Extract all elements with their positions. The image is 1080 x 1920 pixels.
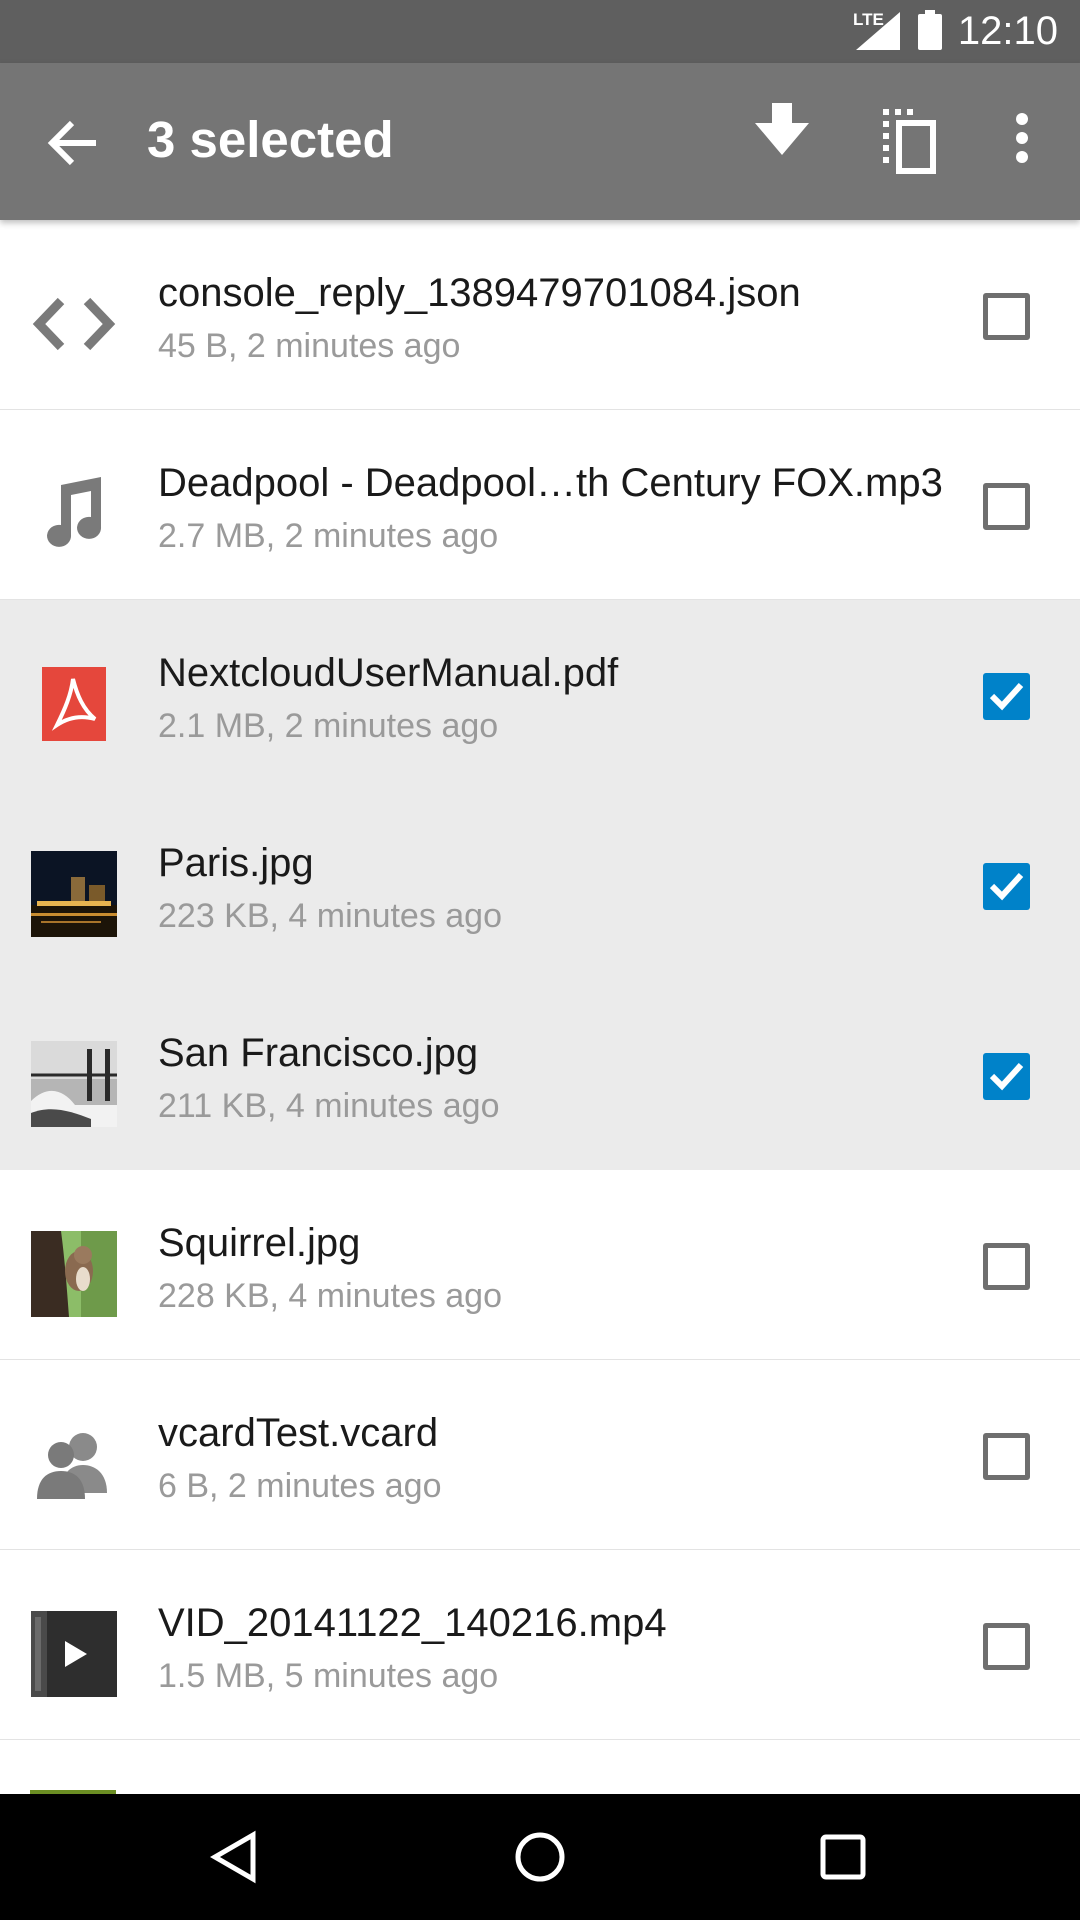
file-row[interactable]: Squirrel.jpg 228 KB, 4 minutes ago (0, 1170, 1080, 1360)
code-icon (31, 281, 117, 367)
video-thumbnail-icon (31, 1611, 117, 1697)
select-all-button[interactable] (875, 103, 945, 183)
file-meta: 1.5 MB, 5 minutes ago (158, 1657, 499, 1695)
file-name: Paris.jpg (158, 841, 314, 885)
system-navigation-bar (0, 1794, 1080, 1920)
file-row[interactable]: VID_20141122_140216.mp4 1.5 MB, 5 minute… (0, 1550, 1080, 1740)
file-checkbox[interactable] (983, 1623, 1030, 1670)
signal-icon (856, 12, 900, 50)
checkmark-icon (989, 872, 1024, 901)
clock: 12:10 (957, 9, 1058, 53)
file-checkbox[interactable] (983, 673, 1030, 720)
file-row[interactable]: NextcloudUserManual.pdf 2.1 MB, 2 minute… (0, 600, 1080, 790)
more-options-button[interactable] (1000, 103, 1044, 183)
file-name: NextcloudUserManual.pdf (158, 651, 619, 695)
file-meta: 2.7 MB, 2 minutes ago (158, 517, 499, 555)
status-bar: LTE 12:10 (0, 0, 1080, 63)
file-checkbox[interactable] (983, 293, 1030, 340)
contacts-icon (31, 1421, 117, 1507)
file-row[interactable]: console_reply_1389479701084.json 45 B, 2… (0, 220, 1080, 410)
file-checkbox[interactable] (983, 1053, 1030, 1100)
file-row[interactable]: Paris.jpg 223 KB, 4 minutes ago (0, 790, 1080, 980)
image-thumbnail-paris (31, 851, 117, 937)
nav-home-button[interactable] (510, 1827, 570, 1887)
nav-back-icon (210, 1830, 256, 1884)
file-list: console_reply_1389479701084.json 45 B, 2… (0, 220, 1080, 1740)
nav-home-icon (515, 1832, 565, 1882)
file-checkbox[interactable] (983, 483, 1030, 530)
file-name: console_reply_1389479701084.json (158, 271, 801, 315)
pdf-icon (31, 661, 117, 747)
nav-back-button[interactable] (205, 1827, 265, 1887)
arrow-back-icon (47, 120, 96, 166)
file-meta: 211 KB, 4 minutes ago (158, 1087, 500, 1125)
file-name: VID_20141122_140216.mp4 (158, 1601, 667, 1645)
nav-recents-button[interactable] (813, 1827, 873, 1887)
file-meta: 2.1 MB, 2 minutes ago (158, 707, 499, 745)
battery-icon (918, 10, 942, 50)
select-all-icon (883, 109, 936, 174)
file-checkbox[interactable] (983, 1243, 1030, 1290)
back-button[interactable] (38, 108, 108, 178)
file-row[interactable]: San Francisco.jpg 211 KB, 4 minutes ago (0, 980, 1080, 1170)
file-meta: 45 B, 2 minutes ago (158, 327, 461, 365)
image-thumbnail-squirrel (31, 1231, 117, 1317)
nav-recents-icon (820, 1834, 866, 1880)
file-name: Deadpool - Deadpool…th Century FOX.mp3 (158, 461, 943, 505)
file-name: San Francisco.jpg (158, 1031, 479, 1075)
checkmark-icon (989, 682, 1024, 711)
selection-action-bar: 3 selected (0, 63, 1080, 220)
file-meta: 228 KB, 4 minutes ago (158, 1277, 503, 1315)
file-row[interactable]: Deadpool - Deadpool…th Century FOX.mp3 2… (0, 410, 1080, 600)
file-name: vcardTest.vcard (158, 1411, 439, 1455)
music-note-icon (31, 471, 117, 557)
file-checkbox[interactable] (983, 1433, 1030, 1480)
selection-count-title: 3 selected (147, 111, 394, 168)
image-thumbnail-san-francisco (31, 1041, 117, 1127)
file-row[interactable]: vcardTest.vcard 6 B, 2 minutes ago (0, 1360, 1080, 1550)
file-checkbox[interactable] (983, 863, 1030, 910)
more-vert-icon (1016, 113, 1028, 163)
checkmark-icon (989, 1062, 1024, 1091)
file-name: Squirrel.jpg (158, 1221, 361, 1265)
download-icon (755, 103, 809, 155)
download-button[interactable] (747, 103, 817, 173)
file-meta: 223 KB, 4 minutes ago (158, 897, 503, 935)
file-meta: 6 B, 2 minutes ago (158, 1467, 442, 1505)
